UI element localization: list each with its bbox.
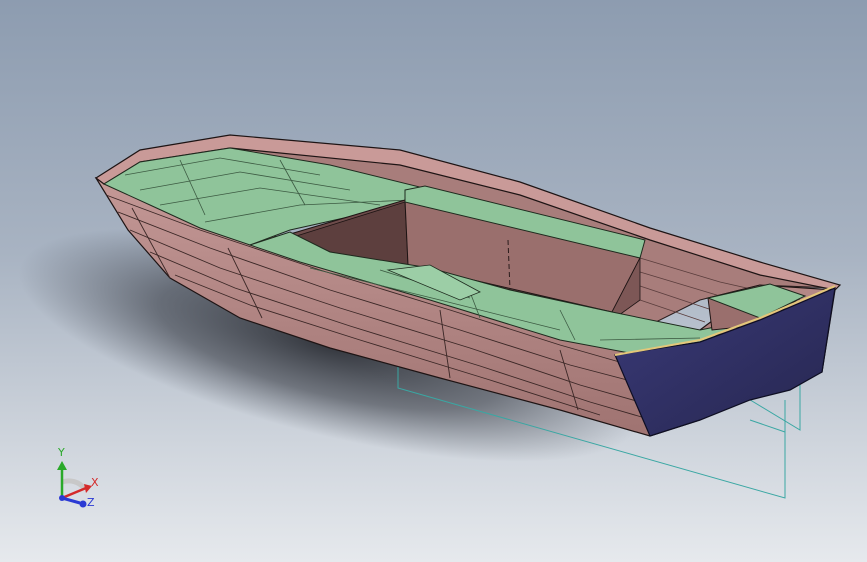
y-axis-label: Y: [57, 446, 65, 459]
x-axis: [61, 486, 87, 500]
view-triad[interactable]: Y X Z: [0, 0, 867, 562]
xyz-triad-icon[interactable]: Y X Z: [57, 446, 99, 509]
triad-arc: [61, 478, 86, 490]
x-axis-label: X: [91, 476, 99, 489]
cad-viewport[interactable]: Y X Z: [0, 0, 867, 562]
triad-origin: [59, 495, 65, 501]
y-arrow: [57, 461, 67, 470]
z-axis-label: Z: [87, 496, 95, 509]
z-dot: [79, 500, 87, 508]
